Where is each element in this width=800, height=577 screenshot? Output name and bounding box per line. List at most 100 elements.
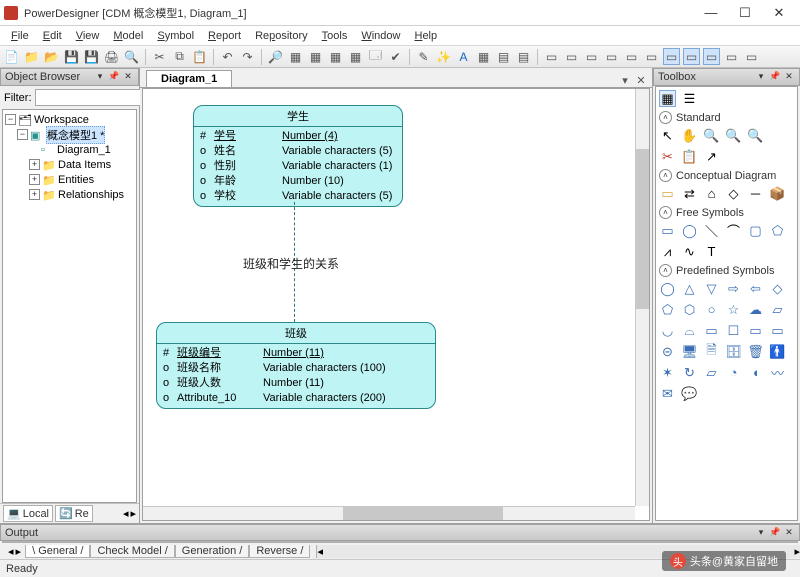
tab-check-model[interactable]: Check Model / — [90, 545, 174, 558]
saveall-icon[interactable]: 💾 — [83, 48, 100, 65]
collapse-icon[interactable]: − — [5, 114, 16, 125]
sym-card-icon[interactable]: ▭ — [769, 322, 786, 339]
panel-close-icon[interactable]: ✕ — [783, 71, 795, 83]
entity-class[interactable]: 班级 #班级编号Number (11) o班级名称Variable charac… — [156, 322, 436, 409]
sym-tri-icon[interactable]: △ — [681, 280, 698, 297]
sym-person-icon[interactable]: 🚹 — [769, 343, 786, 360]
sym-star-icon[interactable]: ☆ — [725, 301, 742, 318]
sym-arrow-icon[interactable]: ⇨ — [725, 280, 742, 297]
attr-row[interactable]: o班级人数Number (11) — [163, 376, 429, 391]
view-large-icon[interactable]: ▦ — [659, 90, 676, 107]
grid-icon[interactable]: ▦ — [475, 48, 492, 65]
attr-row[interactable]: o班级名称Variable characters (100) — [163, 361, 429, 376]
cut-icon[interactable]: ✂ — [151, 48, 168, 65]
rrect-icon[interactable]: ▢ — [747, 222, 764, 239]
horizontal-scrollbar[interactable] — [143, 506, 635, 520]
panel-close-icon[interactable]: ✕ — [783, 527, 795, 539]
expand-icon[interactable]: + — [29, 159, 40, 170]
arc-icon[interactable]: ⌒ — [725, 222, 742, 239]
undo-icon[interactable]: ↶ — [219, 48, 236, 65]
sym-shield-icon[interactable]: ◡ — [659, 322, 676, 339]
show-toolbox-icon[interactable]: ▭ — [703, 48, 720, 65]
attr-row[interactable]: oAttribute_10Variable characters (200) — [163, 391, 429, 406]
out-tab-left-icon[interactable]: ◂ — [8, 545, 14, 558]
tab-scroll-left-icon[interactable]: ◂ — [123, 507, 129, 520]
sym-note-icon[interactable]: ▱ — [769, 301, 786, 318]
attr-row[interactable]: o学校Variable characters (5) — [200, 189, 396, 204]
menu-repository[interactable]: Repository — [248, 30, 315, 42]
curve-icon[interactable]: ∿ — [681, 243, 698, 260]
sym-para-icon[interactable]: ▱ — [703, 364, 720, 381]
print-icon[interactable]: 🖨 — [103, 48, 120, 65]
tab-generation[interactable]: Generation / — [175, 545, 250, 558]
menu-window[interactable]: Window — [354, 30, 407, 42]
new-icon[interactable]: 📄 — [3, 48, 20, 65]
tab-reverse[interactable]: Reverse / — [249, 545, 310, 558]
section-predefined[interactable]: ˄Predefined Symbols — [659, 264, 794, 277]
menu-edit[interactable]: Edit — [36, 30, 69, 42]
menu-tools[interactable]: Tools — [315, 30, 355, 42]
zoom-fit-icon[interactable]: 🔍 — [747, 127, 764, 144]
entity-icon[interactable]: ▭ — [659, 185, 676, 202]
close-button[interactable]: ✕ — [762, 2, 796, 24]
ellipse-icon[interactable]: ◯ — [681, 222, 698, 239]
out-tab-right-icon[interactable]: ▸ — [16, 545, 22, 558]
sym-tri2-icon[interactable]: ▽ — [703, 280, 720, 297]
save-icon[interactable]: 💾 — [63, 48, 80, 65]
sym-cloud-icon[interactable]: ☁ — [747, 301, 764, 318]
line-icon[interactable]: ＼ — [703, 222, 720, 239]
polyline-icon[interactable]: ⩘ — [659, 243, 676, 260]
sym-chat-icon[interactable]: 💬 — [681, 385, 698, 402]
collapse-icon[interactable]: − — [17, 129, 28, 140]
association-icon[interactable]: ◇ — [725, 185, 742, 202]
sym-cube-icon[interactable]: ▭ — [703, 322, 720, 339]
panel3-icon[interactable]: ▭ — [583, 48, 600, 65]
sym-circ-icon[interactable]: ○ — [703, 301, 720, 318]
sym-sect-icon[interactable]: ◔ — [725, 364, 742, 381]
sym-screen-icon[interactable]: 🖥 — [681, 343, 698, 360]
text-icon[interactable]: T — [703, 243, 720, 260]
pin-icon[interactable]: 📌 — [769, 527, 781, 539]
rect-icon[interactable]: ▭ — [659, 222, 676, 239]
pointer-icon[interactable]: ↖ — [659, 127, 676, 144]
open-icon[interactable]: 📂 — [43, 48, 60, 65]
tree-diagram[interactable]: ▫ Diagram_1 — [3, 142, 136, 157]
dropdown-icon[interactable]: ▾ — [94, 71, 106, 83]
ruler-icon[interactable]: ▤ — [515, 48, 532, 65]
cut-icon[interactable]: ✂ — [659, 148, 676, 165]
find-icon[interactable]: 🔎 — [267, 48, 284, 65]
object-browser-header[interactable]: Object Browser ▾ 📌 ✕ — [0, 68, 139, 86]
tree-relationships[interactable]: + 📁 Relationships — [3, 187, 136, 202]
attr-row[interactable]: o性别Variable characters (1) — [200, 159, 396, 174]
panel5-icon[interactable]: ▭ — [623, 48, 640, 65]
sym-disk-icon[interactable]: ⊝ — [659, 343, 676, 360]
dropdown-icon[interactable]: ▾ — [755, 71, 767, 83]
project-icon[interactable]: 📁 — [23, 48, 40, 65]
sym-folder-icon[interactable]: ▭ — [747, 322, 764, 339]
copy-icon[interactable]: ⧉ — [171, 48, 188, 65]
attr-row[interactable]: o姓名Variable characters (5) — [200, 144, 396, 159]
object-tree[interactable]: − 🗂 Workspace − ▣ 概念模型1 * ▫ Diagram_1 + … — [2, 109, 137, 503]
tab-scroll-right-icon[interactable]: ▸ — [130, 507, 136, 520]
expand-icon[interactable]: + — [29, 174, 40, 185]
sym-mail-icon[interactable]: ✉ — [659, 385, 676, 402]
hand-icon[interactable]: ✋ — [681, 127, 698, 144]
sym-wave-icon[interactable]: 〰 — [769, 364, 786, 381]
toolbox-header[interactable]: Toolbox ▾ 📌 ✕ — [653, 68, 800, 86]
tool-d-icon[interactable]: ▦ — [347, 48, 364, 65]
panel1-icon[interactable]: ▭ — [543, 48, 560, 65]
preview-icon[interactable]: 🔍 — [123, 48, 140, 65]
tab-dropdown-icon[interactable]: ▾ — [618, 74, 632, 87]
panel6-icon[interactable]: ▭ — [643, 48, 660, 65]
attr-row[interactable]: #学号Number (4) — [200, 129, 396, 144]
script-icon[interactable]: ✎ — [415, 48, 432, 65]
tree-data-items[interactable]: + 📁 Data Items — [3, 157, 136, 172]
sym-arrow2-icon[interactable]: ⇦ — [747, 280, 764, 297]
tab-re[interactable]: 🔄 Re — [55, 505, 93, 522]
sym-rect-icon[interactable]: ◯ — [659, 280, 676, 297]
section-standard[interactable]: ˄Standard — [659, 111, 794, 124]
tab-diagram[interactable]: Diagram_1 — [146, 70, 232, 87]
output-header[interactable]: Output ▾ 📌 ✕ — [0, 524, 800, 541]
menu-file[interactable]: File — [4, 30, 36, 42]
tab-close-icon[interactable]: ✕ — [634, 74, 648, 87]
